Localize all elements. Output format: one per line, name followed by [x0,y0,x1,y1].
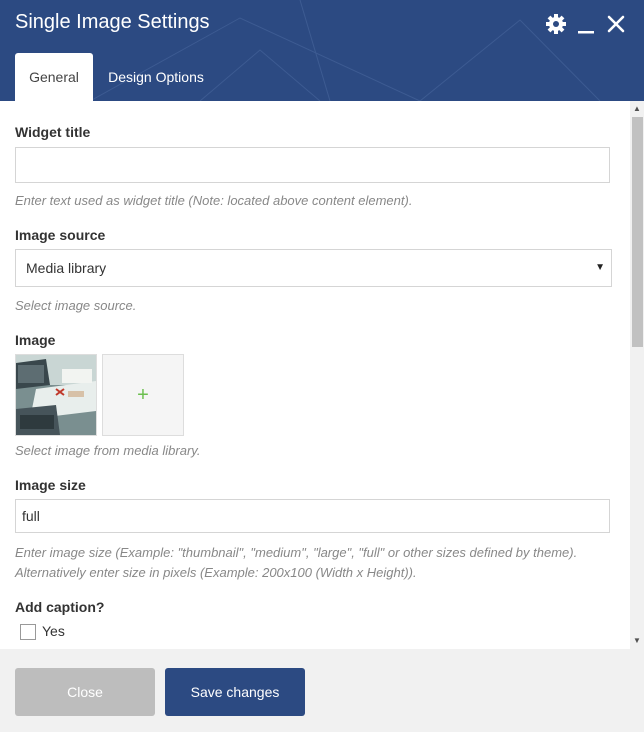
image-source-hint: Select image source. [15,298,137,313]
settings-panel: Widget title Enter text used as widget t… [0,101,630,649]
save-changes-button[interactable]: Save changes [165,668,305,716]
image-size-input[interactable] [15,499,610,533]
add-caption-option-label[interactable]: Yes [42,623,65,639]
image-size-label: Image size [15,477,86,493]
scrollbar-thumb[interactable] [632,117,643,347]
add-caption-checkbox[interactable] [20,624,36,640]
minimize-icon[interactable] [574,12,598,36]
widget-title-input[interactable] [15,147,610,183]
laptop-desk-photo [16,355,96,435]
dialog-title: Single Image Settings [15,11,210,33]
tab-general[interactable]: General [15,53,93,101]
gear-icon[interactable] [544,12,568,36]
scroll-up-icon[interactable]: ▲ [633,104,641,113]
add-caption-label: Add caption? [15,599,105,615]
image-thumbnail[interactable] [15,354,97,436]
close-icon[interactable] [604,12,628,36]
add-image-button[interactable]: + [102,354,184,436]
widget-title-label: Widget title [15,124,91,140]
close-button[interactable]: Close [15,668,155,716]
tab-design-options[interactable]: Design Options [95,53,217,101]
image-label: Image [15,332,56,348]
image-hint: Select image from media library. [15,443,201,458]
widget-title-hint: Enter text used as widget title (Note: l… [15,193,413,208]
image-source-select[interactable]: Media library ▼ [15,249,612,287]
scroll-down-icon[interactable]: ▼ [633,636,641,645]
dropdown-arrow-icon: ▼ [595,262,605,273]
image-source-value: Media library [26,260,107,276]
image-size-hint: Enter image size (Example: "thumbnail", … [15,545,578,580]
dialog-header: Single Image Settings General Design Opt… [0,0,644,101]
image-source-label: Image source [15,227,106,243]
